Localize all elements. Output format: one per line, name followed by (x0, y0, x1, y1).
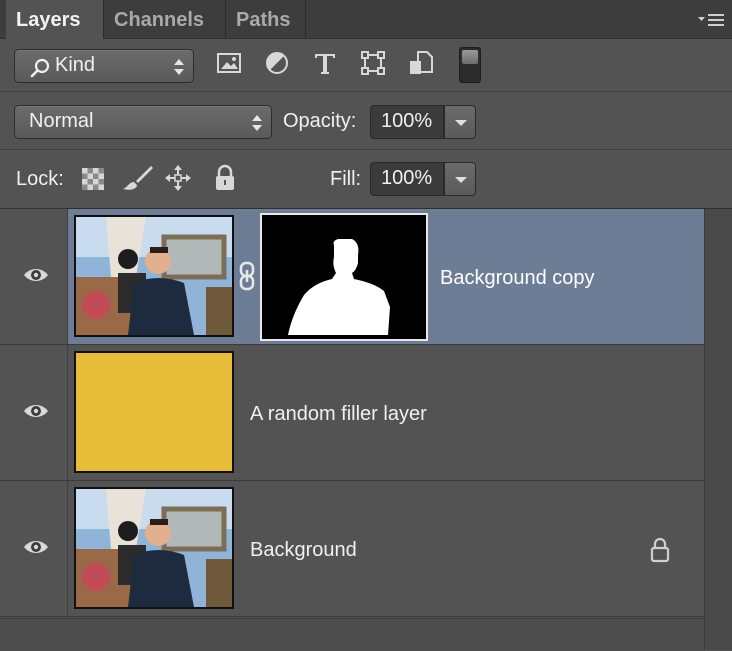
blend-mode-label: Normal (29, 110, 94, 132)
opacity-input[interactable]: 100% (370, 105, 444, 139)
lock-row: Lock: Fill: 100% (0, 150, 732, 209)
layer-name[interactable]: A random filler layer (250, 403, 427, 426)
eye-icon[interactable] (22, 537, 50, 557)
photo-thumbnail-image (76, 217, 232, 335)
layer-thumbnail[interactable] (74, 351, 234, 473)
panel-menu-icon[interactable] (696, 12, 726, 28)
layers-list: Background copy A random filler layer Ba… (0, 209, 704, 650)
layers-empty-area (0, 618, 704, 651)
blend-mode-select[interactable]: Normal (14, 105, 272, 139)
filter-toggle[interactable] (459, 47, 481, 83)
scrollbar-track[interactable] (704, 209, 732, 650)
opacity-dropdown-button[interactable] (444, 105, 476, 139)
filter-toggle-knob (462, 50, 478, 64)
layer-locked-icon (650, 537, 670, 563)
layer-name[interactable]: Background (250, 539, 357, 562)
mask-link-icon[interactable] (238, 261, 256, 291)
search-icon (30, 58, 50, 78)
lock-all-icon[interactable] (212, 164, 238, 192)
photo-thumbnail-image (76, 489, 232, 607)
layer-row-background[interactable]: Background (0, 481, 704, 617)
lock-position-icon[interactable] (165, 164, 191, 192)
up-down-arrows-icon (174, 59, 184, 75)
adjustment-filter-icon[interactable] (264, 50, 290, 76)
opacity-label: Opacity: (283, 110, 357, 132)
blend-row: Normal Opacity: 100% (0, 92, 732, 150)
lock-label: Lock: (16, 168, 64, 190)
lock-image-pixels-icon[interactable] (120, 164, 154, 192)
up-down-arrows-icon (252, 115, 262, 131)
lock-transparent-pixels-icon[interactable] (80, 164, 106, 192)
type-filter-icon[interactable] (312, 50, 338, 76)
panel-tab-bar: Layers Channels Paths (0, 0, 732, 39)
visibility-toggle[interactable] (0, 209, 68, 344)
layer-mask-thumbnail[interactable] (260, 213, 428, 341)
image-filter-icon[interactable] (216, 50, 242, 76)
layer-name[interactable]: Background copy (440, 267, 595, 290)
layer-row-background-copy[interactable]: Background copy (0, 209, 704, 345)
layer-row-filler[interactable]: A random filler layer (0, 345, 704, 481)
layers-panel: Layers Channels Paths Kind Normal Opacit… (0, 0, 732, 651)
tab-channels[interactable]: Channels (104, 0, 226, 38)
visibility-toggle[interactable] (0, 345, 68, 480)
tab-paths[interactable]: Paths (226, 0, 306, 38)
mask-silhouette (262, 215, 426, 339)
tab-layers[interactable]: Layers (6, 0, 104, 39)
eye-icon[interactable] (22, 401, 50, 421)
smart-object-filter-icon[interactable] (408, 50, 434, 76)
kind-filter-select[interactable]: Kind (14, 49, 194, 83)
layer-thumbnail[interactable] (74, 215, 234, 337)
shape-filter-icon[interactable] (360, 50, 386, 76)
fill-dropdown-button[interactable] (444, 162, 476, 196)
eye-icon[interactable] (22, 265, 50, 285)
fill-input[interactable]: 100% (370, 162, 444, 196)
fill-label: Fill: (330, 168, 362, 190)
layer-thumbnail[interactable] (74, 487, 234, 609)
visibility-toggle[interactable] (0, 481, 68, 616)
kind-filter-label: Kind (55, 54, 96, 76)
